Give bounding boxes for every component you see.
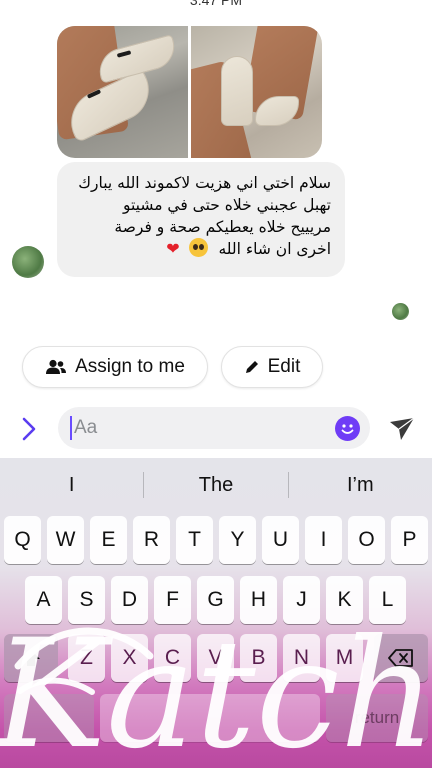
assign-to-me-button[interactable]: Assign to me: [22, 346, 208, 388]
emoji-button[interactable]: [335, 416, 360, 441]
message-line-1: سلام اختي اني هزيت لاكموند الله يبارك: [78, 174, 331, 192]
key-k[interactable]: K: [326, 576, 363, 624]
key-m[interactable]: M: [326, 634, 363, 682]
message-line-2: تهبل عجبني خلاه حتى في مشيتو: [123, 196, 331, 214]
key-n[interactable]: N: [283, 634, 320, 682]
pleading-face-icon: [188, 238, 208, 257]
shift-icon: [22, 650, 40, 666]
space-key[interactable]: [100, 694, 320, 742]
suggestion-bar: I The I’m: [0, 458, 432, 512]
send-icon[interactable]: [388, 416, 416, 442]
red-heart-icon: ❤: [166, 239, 180, 258]
key-d[interactable]: D: [111, 576, 148, 624]
key-r[interactable]: R: [133, 516, 170, 564]
key-v[interactable]: V: [197, 634, 234, 682]
key-y[interactable]: Y: [219, 516, 256, 564]
key-l[interactable]: L: [369, 576, 406, 624]
key-c[interactable]: C: [154, 634, 191, 682]
suggestion-1[interactable]: I: [0, 474, 143, 497]
message-bubble[interactable]: سلام اختي اني هزيت لاكموند الله يبارك ته…: [57, 162, 345, 277]
backspace-icon: [388, 649, 413, 667]
sender-avatar[interactable]: [12, 246, 44, 278]
key-x[interactable]: X: [111, 634, 148, 682]
key-j[interactable]: J: [283, 576, 320, 624]
key-u[interactable]: U: [262, 516, 299, 564]
keyboard: I The I’m Q W E R T Y U I O P A S D F G …: [0, 458, 432, 768]
key-e[interactable]: E: [90, 516, 127, 564]
pencil-icon: [245, 361, 258, 373]
edit-button[interactable]: Edit: [221, 346, 323, 388]
key-p[interactable]: P: [391, 516, 428, 564]
people-icon: [46, 359, 67, 374]
edit-label: Edit: [267, 356, 301, 377]
shift-key[interactable]: [4, 634, 58, 682]
suggestion-3[interactable]: I’m: [289, 474, 432, 497]
key-g[interactable]: G: [197, 576, 234, 624]
key-z[interactable]: Z: [68, 634, 105, 682]
key-q[interactable]: Q: [4, 516, 41, 564]
status-time: 3:47 PM: [189, 0, 243, 8]
numbers-key[interactable]: [4, 694, 94, 742]
backspace-key[interactable]: [374, 634, 428, 682]
key-t[interactable]: T: [176, 516, 213, 564]
message-line-4-text: اخرى ان شاء الله: [218, 240, 331, 258]
assign-to-me-label: Assign to me: [75, 356, 185, 377]
chevron-right-icon[interactable]: [18, 414, 40, 444]
key-s[interactable]: S: [68, 576, 105, 624]
photo-shoes-1[interactable]: [57, 26, 188, 158]
key-b[interactable]: B: [240, 634, 277, 682]
message-line-3: مريييح خلاه يعطيكم صحة و فرصة: [114, 218, 331, 236]
key-f[interactable]: F: [154, 576, 191, 624]
message-line-4: اخرى ان شاء الله ❤: [71, 238, 331, 260]
smiley-icon: [341, 424, 354, 434]
return-key[interactable]: return: [326, 694, 428, 742]
key-i[interactable]: I: [305, 516, 342, 564]
message-input-placeholder: Aa: [74, 417, 98, 438]
shared-photos[interactable]: [57, 26, 322, 158]
seen-avatar: [392, 303, 409, 320]
key-a[interactable]: A: [25, 576, 62, 624]
photo-shoes-2[interactable]: [191, 26, 322, 158]
message-input[interactable]: Aa: [58, 407, 370, 449]
suggestion-2[interactable]: The: [144, 474, 287, 497]
key-w[interactable]: W: [47, 516, 84, 564]
key-o[interactable]: O: [348, 516, 385, 564]
text-caret: [70, 416, 72, 440]
key-h[interactable]: H: [240, 576, 277, 624]
